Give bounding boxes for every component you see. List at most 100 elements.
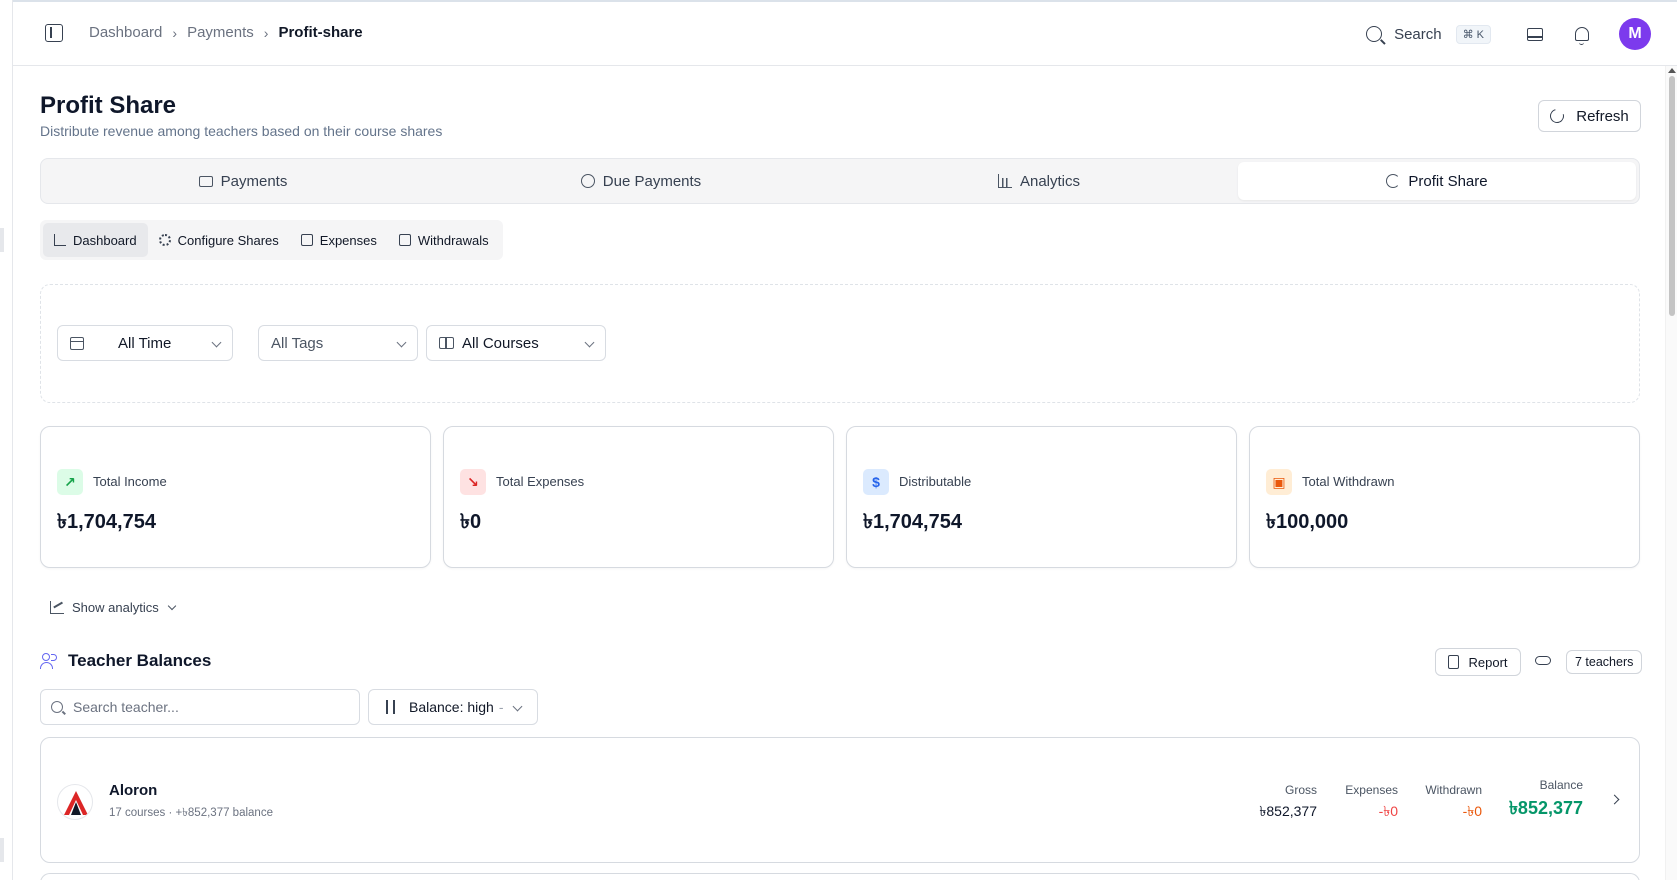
credit-card-icon: [198, 175, 213, 187]
breadcrumb: Dashboard › Payments › Profit-share: [89, 24, 363, 41]
stat-card-total-expenses: ↘ Total Expenses ৳0: [443, 426, 834, 568]
chevron-right-icon: ›: [263, 24, 269, 41]
page-title: Profit Share: [40, 92, 177, 119]
book-icon: [439, 337, 454, 349]
bar-chart-icon: [54, 234, 66, 246]
rail-notch: [0, 838, 4, 862]
courses-filter-select[interactable]: All Courses: [426, 325, 606, 361]
trending-down-icon: ↘: [460, 469, 486, 495]
tags-filter-select[interactable]: All Tags: [258, 325, 418, 361]
search-icon[interactable]: [1366, 26, 1383, 42]
calendar-icon: [70, 336, 84, 350]
rail-notch: [0, 228, 4, 252]
teacher-row[interactable]: Aloron 17 courses · +৳852,377 balance Gr…: [40, 737, 1640, 863]
subtab-label: Expenses: [319, 232, 377, 248]
dollar-icon: $: [863, 469, 889, 495]
left-rail: [0, 0, 13, 880]
sub-tabs: Dashboard Configure Shares Expenses With…: [40, 220, 503, 260]
stat-label: Total Expenses: [496, 474, 585, 489]
bell-icon[interactable]: [1575, 27, 1589, 45]
sort-value: Balance: high: [409, 699, 494, 715]
subtab-label: Dashboard: [73, 232, 137, 248]
courses-filter-value: All Courses: [462, 334, 539, 352]
stat-value: ৳1,704,754: [57, 511, 156, 533]
document-icon: [1448, 655, 1460, 669]
expenses-label: Expenses: [1345, 783, 1398, 797]
breadcrumb-dashboard[interactable]: Dashboard: [89, 24, 162, 41]
pie-chart-icon: [1386, 174, 1401, 188]
gross-column: Gross ৳852,377: [1259, 783, 1317, 824]
stat-value: ৳1,704,754: [863, 511, 962, 533]
wallet-icon: [398, 234, 411, 246]
search-shortcut: ⌘ K: [1455, 24, 1491, 44]
gross-value: ৳852,377: [1259, 803, 1317, 819]
section-title: Teacher Balances: [68, 651, 212, 670]
expenses-column: Expenses -৳0: [1345, 783, 1398, 824]
avatar[interactable]: M: [1619, 18, 1651, 50]
scroll-up-arrow-icon[interactable]: [1668, 68, 1676, 73]
sort-suffix: -: [498, 699, 504, 715]
tab-analytics[interactable]: Analytics: [840, 162, 1238, 200]
clock-icon: [580, 174, 595, 188]
tab-payments[interactable]: Payments: [44, 162, 442, 200]
report-button[interactable]: Report: [1435, 648, 1521, 676]
sort-select[interactable]: Balance: high -: [368, 689, 538, 725]
trending-up-icon: ↗: [57, 469, 83, 495]
gross-label: Gross: [1284, 783, 1317, 797]
time-filter-value: All Time: [118, 334, 172, 352]
subtab-withdrawals[interactable]: Withdrawals: [388, 223, 500, 257]
balance-label: Balance: [1539, 778, 1583, 792]
tab-label: Profit Share: [1408, 172, 1488, 190]
gear-icon: [158, 234, 171, 246]
show-analytics-label: Show analytics: [72, 600, 159, 615]
expenses-value: -৳0: [1378, 803, 1398, 819]
tab-label: Payments: [220, 172, 288, 190]
sort-arrows-icon: [383, 700, 397, 714]
subtab-label: Withdrawals: [417, 232, 489, 248]
users-icon: [40, 653, 58, 669]
chevron-down-icon: [584, 337, 595, 348]
report-label: Report: [1468, 654, 1508, 670]
filter-panel: All Time All Tags All Courses: [40, 284, 1640, 403]
tab-due-payments[interactable]: Due Payments: [442, 162, 840, 200]
teacher-logo: [57, 784, 93, 820]
header-actions: Search ⌘ K M: [1366, 2, 1677, 66]
stat-label: Total Withdrawn: [1302, 474, 1395, 489]
withdrawn-value: -৳0: [1462, 803, 1482, 819]
teacher-meta: 17 courses · +৳852,377 balance: [109, 807, 273, 819]
subtab-dashboard[interactable]: Dashboard: [43, 223, 148, 257]
teacher-search-field[interactable]: [40, 689, 360, 725]
withdrawn-label: Withdrawn: [1425, 783, 1482, 797]
tab-profit-share[interactable]: Profit Share: [1238, 162, 1636, 200]
subtab-expenses[interactable]: Expenses: [290, 223, 388, 257]
subtab-label: Configure Shares: [177, 232, 279, 248]
breadcrumb-current: Profit-share: [278, 24, 363, 41]
inbox-icon[interactable]: [1527, 27, 1543, 41]
chevron-right-icon[interactable]: [1609, 794, 1620, 805]
search-icon: [51, 701, 63, 713]
search-button[interactable]: Search: [1394, 26, 1442, 43]
line-chart-icon: [50, 601, 64, 614]
teacher-count-badge: 7 teachers: [1566, 650, 1643, 674]
refresh-button[interactable]: Refresh: [1538, 100, 1641, 132]
tab-label: Due Payments: [602, 172, 702, 190]
teacher-name: Aloron: [109, 782, 158, 799]
sidebar-toggle-icon[interactable]: [45, 24, 63, 42]
page-scrollbar[interactable]: [1665, 66, 1677, 880]
top-header: Dashboard › Payments › Profit-share Sear…: [13, 2, 1677, 66]
withdrawn-column: Withdrawn -৳0: [1425, 783, 1482, 824]
chevron-down-icon: [211, 337, 222, 348]
teacher-search-input[interactable]: [73, 699, 343, 715]
stat-label: Total Income: [93, 474, 167, 489]
balance-column: Balance ৳852,377: [1509, 778, 1583, 825]
stat-value: ৳100,000: [1266, 511, 1349, 533]
page-subtitle: Distribute revenue among teachers based …: [40, 123, 443, 139]
tags-filter-value: All Tags: [271, 334, 324, 352]
show-analytics-toggle[interactable]: Show analytics: [50, 600, 176, 615]
time-filter-select[interactable]: All Time: [57, 325, 233, 361]
scrollbar-thumb[interactable]: [1669, 76, 1675, 316]
breadcrumb-payments[interactable]: Payments: [187, 24, 254, 41]
link-icon[interactable]: [1535, 656, 1551, 665]
teacher-row[interactable]: [40, 873, 1640, 880]
subtab-configure-shares[interactable]: Configure Shares: [148, 223, 290, 257]
